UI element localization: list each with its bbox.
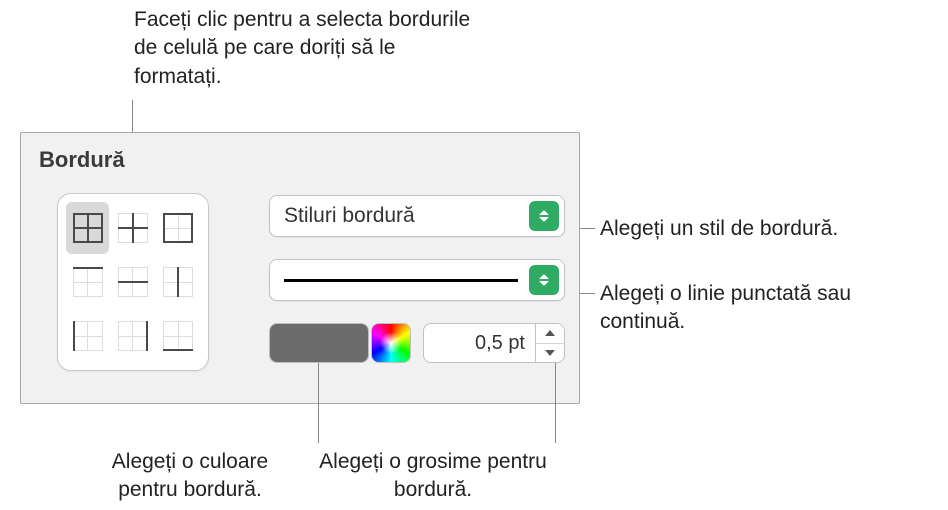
panel-title: Bordură bbox=[39, 147, 125, 173]
chevron-up-down-icon bbox=[529, 265, 559, 295]
callout-select-borders: Faceți clic pentru a selecta bordurile d… bbox=[134, 6, 484, 91]
border-style-dropdown-label: Stiluri bordură bbox=[284, 204, 415, 228]
callout-line-type: Alegeți o linie punctată sau continuă. bbox=[600, 280, 940, 337]
border-thickness-value: 0,5 pt bbox=[475, 332, 525, 355]
border-selection-grid bbox=[57, 193, 209, 371]
border-color-well[interactable] bbox=[269, 323, 369, 363]
border-right[interactable] bbox=[111, 310, 154, 362]
border-thickness-field[interactable]: 0,5 pt bbox=[423, 323, 535, 363]
color-swatch bbox=[270, 324, 368, 362]
stepper-up-button[interactable] bbox=[536, 324, 564, 343]
border-outside[interactable] bbox=[157, 202, 200, 254]
chevron-up-down-icon bbox=[529, 201, 559, 231]
callout-leader-line bbox=[580, 228, 595, 229]
callout-leader-line bbox=[580, 293, 595, 294]
border-thickness-stepper: 0,5 pt bbox=[423, 323, 565, 363]
callout-border-thickness: Alegeți o grosime pentru bordură. bbox=[318, 448, 548, 505]
border-panel: Bordură bbox=[20, 132, 580, 404]
stepper-down-button[interactable] bbox=[536, 343, 564, 363]
color-wheel-icon[interactable] bbox=[371, 323, 411, 363]
border-inner-vertical[interactable] bbox=[157, 256, 200, 308]
stepper-buttons bbox=[535, 323, 565, 363]
border-inner-horizontal[interactable] bbox=[111, 256, 154, 308]
border-top[interactable] bbox=[66, 256, 109, 308]
callout-border-style: Alegeți un stil de bordură. bbox=[600, 215, 940, 243]
border-all[interactable] bbox=[66, 202, 109, 254]
callout-leader-line bbox=[318, 363, 319, 443]
border-line-type-dropdown[interactable] bbox=[269, 259, 565, 301]
line-preview-solid bbox=[284, 279, 518, 282]
border-left[interactable] bbox=[66, 310, 109, 362]
border-bottom[interactable] bbox=[157, 310, 200, 362]
border-inside[interactable] bbox=[111, 202, 154, 254]
callout-leader-line bbox=[555, 363, 556, 443]
callout-border-color: Alegeți o culoare pentru bordură. bbox=[80, 448, 300, 505]
border-style-dropdown[interactable]: Stiluri bordură bbox=[269, 195, 565, 237]
